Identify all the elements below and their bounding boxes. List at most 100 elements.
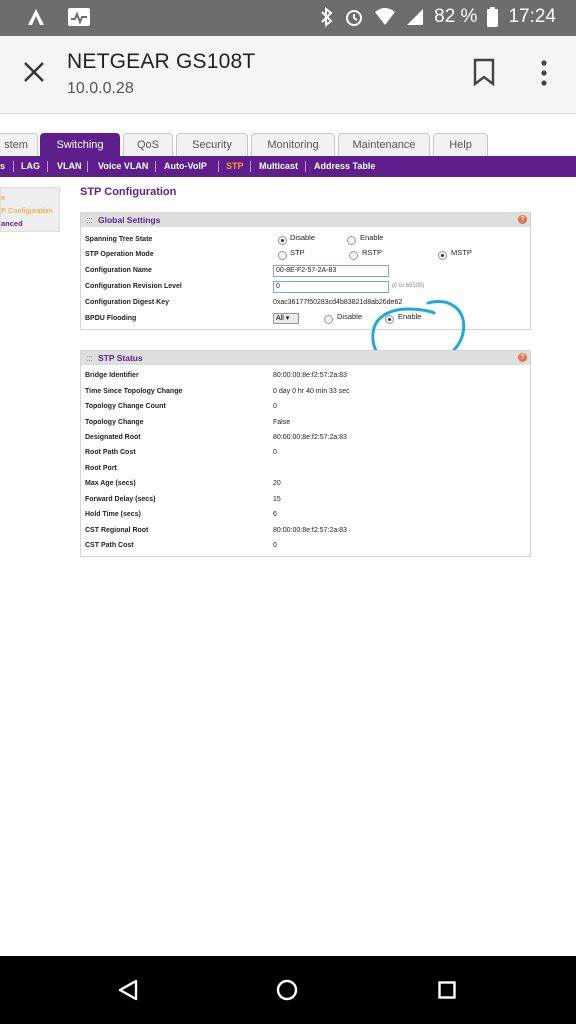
battery-percent: 82 % xyxy=(434,6,478,27)
web-content: stem Switching QoS Security Monitoring M… xyxy=(0,115,576,956)
status-row-value: 0 xyxy=(273,403,277,410)
bpdu-disable-radio[interactable] xyxy=(324,315,333,324)
app-subtitle: 10.0.0.28 xyxy=(67,80,134,97)
mode-stp-label: STP xyxy=(290,248,305,257)
wifi-icon xyxy=(375,8,396,25)
mode-rstp-radio[interactable] xyxy=(349,251,358,260)
grip-icon xyxy=(87,218,92,223)
status-row-label: Hold Time (secs) xyxy=(85,511,141,518)
status-row-label: Max Age (secs) xyxy=(85,480,136,487)
status-row-label: Root Port xyxy=(85,465,117,472)
help-icon[interactable]: ? xyxy=(518,353,527,362)
tab-help[interactable]: Help xyxy=(433,133,488,156)
app-bar: NETGEAR GS108T 10.0.0.28 xyxy=(0,36,576,114)
status-row-value: 20 xyxy=(273,480,281,487)
global-settings-header: Global Settings ? xyxy=(81,213,530,227)
app-notification-icon xyxy=(28,9,44,25)
tab-qos[interactable]: QoS xyxy=(123,133,173,156)
tab-security[interactable]: Security xyxy=(176,133,248,156)
mode-mstp-label: MSTP xyxy=(451,248,472,257)
spanning-tree-enable-radio[interactable] xyxy=(347,236,356,245)
global-settings-title: Global Settings xyxy=(98,215,161,225)
config-name-input[interactable]: 00-8E-F2-57-2A-83 xyxy=(273,265,389,277)
main-tabs: stem Switching QoS Security Monitoring M… xyxy=(0,133,576,156)
page-title: STP Configuration xyxy=(80,186,177,198)
status-row-label: Topology Change Count xyxy=(85,403,166,410)
status-row-value: 80:00:00:8e:f2:57:2a:83 xyxy=(273,434,347,441)
status-row-label: CST Regional Root xyxy=(85,527,149,534)
clock: 17:24 xyxy=(508,6,556,27)
mode-mstp-radio[interactable] xyxy=(438,251,447,260)
subnav-divider xyxy=(13,161,14,172)
grip-icon xyxy=(87,356,92,361)
subnav-divider xyxy=(47,161,48,172)
tab-switching[interactable]: Switching xyxy=(40,133,120,156)
subtab-vlan[interactable]: VLAN xyxy=(57,156,82,177)
status-row-value: False xyxy=(273,419,291,426)
digest-key-label: Configuration Digest Key xyxy=(85,299,170,306)
spanning-tree-state-label: Spanning Tree State xyxy=(85,236,153,243)
status-row-value: 0 day 0 hr 40 min 33 sec xyxy=(273,388,350,395)
bpdu-port-select[interactable]: All ▾ xyxy=(273,313,299,324)
battery-icon xyxy=(487,7,499,27)
spanning-tree-disable-radio[interactable] xyxy=(278,236,287,245)
status-row-value: 80:00:00:8e:f2:57:2a:83 xyxy=(273,372,347,379)
subtab-basic[interactable]: s xyxy=(0,156,5,177)
subnav-divider xyxy=(87,161,88,172)
revision-level-input[interactable]: 0 xyxy=(273,281,389,293)
spanning-tree-enable-label: Enable xyxy=(360,233,384,242)
system-nav-bar xyxy=(0,956,576,1024)
subtab-voice-vlan[interactable]: Voice VLAN xyxy=(98,156,148,177)
app-title: NETGEAR GS108T xyxy=(67,50,256,73)
stp-status-header: STP Status ? xyxy=(81,351,530,365)
left-nav-item-stp-configuration[interactable]: P Configuration xyxy=(1,206,53,215)
tab-monitoring[interactable]: Monitoring xyxy=(251,133,335,156)
stp-status-panel: STP Status ? Bridge Identifier 80:00:00:… xyxy=(80,350,531,557)
status-row-label: CST Path Cost xyxy=(85,542,134,549)
alarm-icon xyxy=(346,10,363,26)
left-nav-item[interactable]: e xyxy=(1,193,5,202)
left-nav: e P Configuration anced xyxy=(0,187,60,232)
stp-status-title: STP Status xyxy=(98,353,143,363)
left-nav-item-advanced[interactable]: anced xyxy=(1,219,23,228)
subnav-divider xyxy=(218,161,219,172)
sub-nav: s LAG VLAN Voice VLAN Auto-VoIP STP Mult… xyxy=(0,156,576,177)
status-row-value: 15 xyxy=(273,496,281,503)
status-row-value: 6 xyxy=(273,511,277,518)
revision-level-label: Configuration Revision Level xyxy=(85,283,182,290)
subnav-divider xyxy=(250,161,251,172)
home-icon[interactable] xyxy=(276,979,298,1001)
status-row-value: 0 xyxy=(273,542,277,549)
close-icon[interactable] xyxy=(22,60,46,84)
bluetooth-icon xyxy=(321,7,333,27)
subtab-auto-voip[interactable]: Auto-VoIP xyxy=(164,156,207,177)
spanning-tree-disable-label: Disable xyxy=(290,233,316,242)
bpdu-disable-label: Disable xyxy=(337,312,363,321)
operation-mode-label: STP Operation Mode xyxy=(85,251,154,258)
subtab-multicast[interactable]: Multicast xyxy=(259,156,298,177)
status-row-value: 80:00:00:8e:f2:57:2a:83 xyxy=(273,527,347,534)
subnav-divider xyxy=(155,161,156,172)
overflow-menu-icon[interactable] xyxy=(540,60,548,86)
signal-icon xyxy=(407,9,424,25)
status-bar: 82 % 17:24 xyxy=(0,0,576,36)
help-icon[interactable]: ? xyxy=(518,215,527,224)
tab-maintenance[interactable]: Maintenance xyxy=(338,133,430,156)
back-icon[interactable] xyxy=(118,979,138,1001)
status-row-label: Designated Root xyxy=(85,434,141,441)
tab-system[interactable]: stem xyxy=(0,133,38,156)
subtab-stp[interactable]: STP xyxy=(226,156,244,177)
status-row-value: 0 xyxy=(273,449,277,456)
revision-range-hint: (0 to 65535) xyxy=(392,283,425,289)
status-row-label: Forward Delay (secs) xyxy=(85,496,156,503)
config-name-label: Configuration Name xyxy=(85,267,152,274)
status-row-label: Bridge Identifier xyxy=(85,372,139,379)
mode-stp-radio[interactable] xyxy=(278,251,287,260)
subtab-lag[interactable]: LAG xyxy=(21,156,40,177)
mode-rstp-label: RSTP xyxy=(362,248,383,257)
status-row-label: Root Path Cost xyxy=(85,449,136,456)
recents-icon[interactable] xyxy=(438,981,456,999)
status-row-label: Time Since Topology Change xyxy=(85,388,183,395)
bookmark-icon[interactable] xyxy=(473,58,495,86)
subtab-address-table[interactable]: Address Table xyxy=(314,156,375,177)
